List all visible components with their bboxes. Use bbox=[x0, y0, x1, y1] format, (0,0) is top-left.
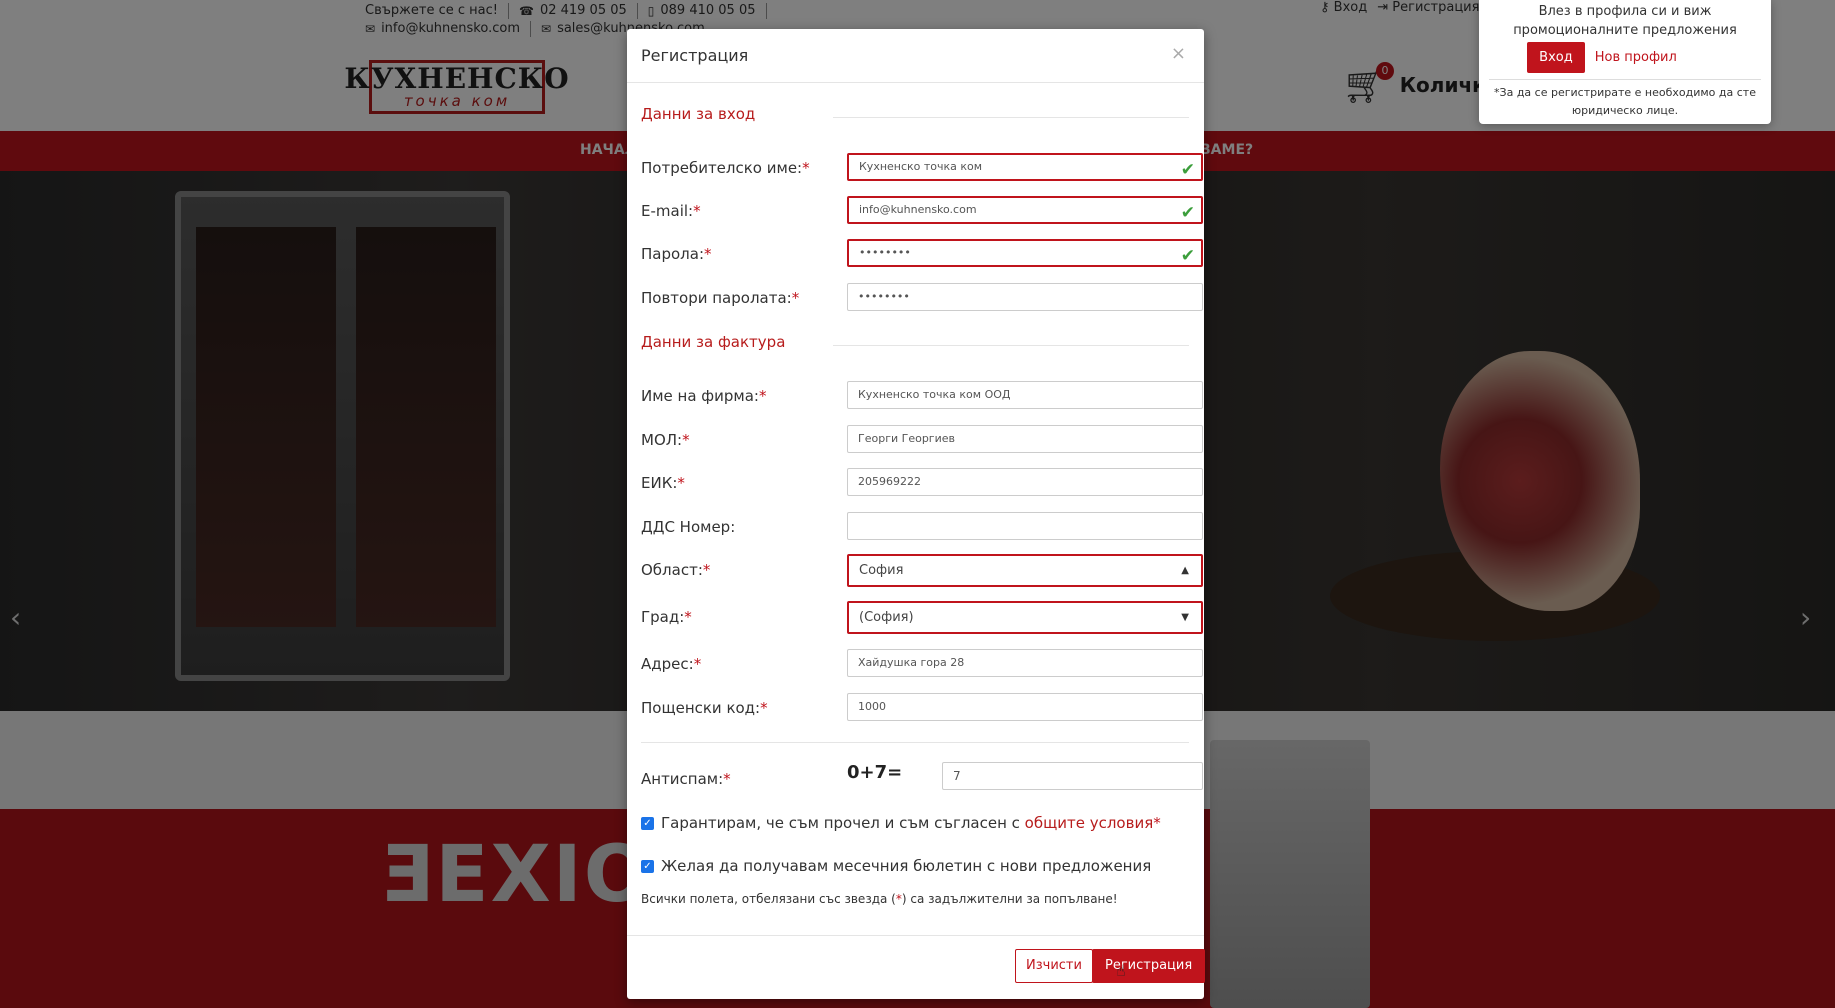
postcode-input[interactable]: 1000 bbox=[847, 693, 1203, 721]
username-input[interactable]: Кухненско точка ком ✔ bbox=[847, 153, 1203, 181]
password-input[interactable]: •••••••• ✔ bbox=[847, 239, 1203, 267]
email-label: E-mail:* bbox=[641, 202, 701, 220]
city-select[interactable]: (София) ▼ bbox=[847, 601, 1203, 634]
checkmark-icon: ✔ bbox=[1180, 160, 1195, 180]
address-label: Адрес:* bbox=[641, 655, 702, 673]
divider bbox=[641, 742, 1189, 743]
password-row: Парола:* •••••••• ✔ bbox=[641, 239, 1203, 267]
postcode-label: Пощенски код:* bbox=[641, 699, 768, 717]
email-input[interactable]: info@kuhnensko.com ✔ bbox=[847, 196, 1203, 224]
newsletter-label: Желая да получавам месечния бюлетин с но… bbox=[661, 857, 1152, 875]
divider bbox=[833, 345, 1189, 346]
antispam-row: Антиспам:* 0+7= 7 bbox=[641, 762, 1203, 790]
mol-input[interactable]: Георги Георгиев bbox=[847, 425, 1203, 453]
login-popover: Влез в профила си и виж промоционалните … bbox=[1479, 0, 1771, 124]
eik-row: ЕИК:* 205969222 bbox=[641, 468, 1203, 496]
company-row: Име на фирма:* Кухненско точка ком ООД bbox=[641, 381, 1203, 409]
region-select[interactable]: София ▲ bbox=[847, 554, 1203, 587]
email-row: E-mail:* info@kuhnensko.com ✔ bbox=[641, 196, 1203, 224]
password-label: Парола:* bbox=[641, 245, 712, 263]
newsletter-checkbox[interactable]: ✓ bbox=[641, 859, 654, 873]
address-row: Адрес:* Хайдушка гора 28 bbox=[641, 649, 1203, 677]
company-label: Име на фирма:* bbox=[641, 387, 767, 405]
eik-label: ЕИК:* bbox=[641, 474, 685, 492]
mol-label: МОЛ:* bbox=[641, 431, 690, 449]
terms-link[interactable]: общите условия bbox=[1025, 814, 1154, 832]
terms-label: Гарантирам, че съм прочел и съм съгласен… bbox=[661, 814, 1161, 832]
terms-checkbox[interactable]: ✓ bbox=[641, 816, 654, 830]
address-input[interactable]: Хайдушка гора 28 bbox=[847, 649, 1203, 677]
region-label: Област:* bbox=[641, 561, 711, 579]
password-repeat-input[interactable]: •••••••• bbox=[847, 283, 1203, 311]
city-label: Град:* bbox=[641, 608, 692, 626]
mol-row: МОЛ:* Георги Георгиев bbox=[641, 425, 1203, 453]
modal-header: Регистрация × bbox=[627, 29, 1204, 83]
required-note: Всички полета, отбелязани със звезда (*)… bbox=[641, 892, 1118, 906]
section-invoice-title: Данни за фактура bbox=[641, 333, 786, 351]
company-input[interactable]: Кухненско точка ком ООД bbox=[847, 381, 1203, 409]
caret-down-icon: ▼ bbox=[1181, 612, 1189, 623]
popover-note: *За да се регистрирате е необходимо да с… bbox=[1494, 86, 1756, 117]
popover-message: Влез в профила си и виж промоционалните … bbox=[1513, 4, 1737, 38]
caret-up-icon: ▲ bbox=[1181, 565, 1189, 576]
antispam-label: Антиспам:* bbox=[641, 770, 731, 788]
antispam-question: 0+7= bbox=[847, 762, 903, 783]
password-repeat-row: Повтори паролата:* •••••••• bbox=[641, 283, 1203, 311]
divider bbox=[1489, 79, 1761, 80]
checkmark-icon: ✔ bbox=[1180, 246, 1195, 266]
register-button[interactable]: Регистрация bbox=[1092, 949, 1206, 983]
registration-modal: Регистрация × Данни за вход Потребителск… bbox=[627, 29, 1206, 999]
eik-input[interactable]: 205969222 bbox=[847, 468, 1203, 496]
popover-new-profile-link[interactable]: Нов профил bbox=[1589, 42, 1683, 73]
username-row: Потребителско име:* Кухненско точка ком ✔ bbox=[641, 153, 1203, 181]
pointer-cursor-icon: ☝ bbox=[1116, 961, 1126, 980]
clear-button[interactable]: Изчисти bbox=[1015, 949, 1093, 983]
vat-input[interactable] bbox=[847, 512, 1203, 540]
city-row: Град:* (София) ▼ bbox=[641, 601, 1203, 634]
password-repeat-label: Повтори паролата:* bbox=[641, 289, 800, 307]
checkmark-icon: ✔ bbox=[1180, 203, 1195, 223]
close-icon[interactable]: × bbox=[1171, 43, 1186, 64]
divider bbox=[833, 117, 1189, 118]
vat-label: ДДС Номер: bbox=[641, 518, 736, 536]
popover-login-button[interactable]: Вход bbox=[1527, 42, 1585, 73]
vat-row: ДДС Номер: bbox=[641, 512, 1203, 540]
antispam-input[interactable]: 7 bbox=[942, 762, 1203, 790]
section-login-title: Данни за вход bbox=[641, 105, 756, 123]
username-label: Потребителско име:* bbox=[641, 159, 810, 177]
terms-row: ✓ Гарантирам, че съм прочел и съм съглас… bbox=[641, 814, 1161, 832]
newsletter-row: ✓ Желая да получавам месечния бюлетин с … bbox=[641, 857, 1151, 875]
postcode-row: Пощенски код:* 1000 bbox=[641, 693, 1203, 721]
modal-title: Регистрация bbox=[641, 46, 749, 65]
region-row: Област:* София ▲ bbox=[641, 554, 1203, 587]
